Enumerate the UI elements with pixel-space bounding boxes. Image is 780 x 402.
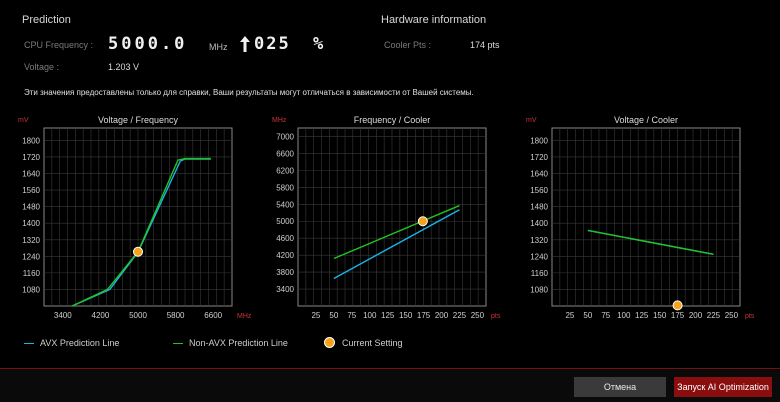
y-tick-label: 1160	[23, 269, 41, 278]
x-tick-label: 3400	[54, 311, 72, 320]
x-tick-label: 175	[417, 311, 431, 320]
x-tick-label: 175	[671, 311, 685, 320]
legend-current-label: Current Setting	[342, 338, 403, 348]
x-tick-label: 200	[435, 311, 449, 320]
y-tick-label: 1480	[22, 203, 40, 212]
voltage-frequency-chart: Voltage / Frequency mV MHz 1080 1160 1240 1320…	[18, 115, 252, 320]
y-tick-label: 1800	[22, 136, 40, 145]
x-tick-label: 150	[399, 311, 413, 320]
y-tick-label: 5000	[276, 217, 294, 226]
cpu-frequency-label: CPU Frequency :	[24, 40, 94, 50]
cooler-pts-label: Cooler Pts :	[384, 40, 432, 50]
y-tick-label: 1240	[530, 252, 548, 261]
x-tick-label: 50	[329, 311, 338, 320]
hardware-title: Hardware information	[381, 14, 487, 26]
y-tick-label: 1800	[530, 136, 548, 145]
prediction-title: Prediction	[22, 14, 71, 26]
x-tick-label: 4200	[92, 311, 110, 320]
y-tick-label: 5400	[276, 200, 294, 209]
y-tick-label: 1640	[530, 170, 548, 179]
x-tick-label: 250	[471, 311, 485, 320]
cancel-button[interactable]: Отмена	[574, 377, 666, 397]
y-tick-label: 3800	[276, 268, 294, 277]
start-ai-optimization-button[interactable]: Запуск AI Optimization	[674, 377, 772, 397]
legend-non-avx-label: Non-AVX Prediction Line	[189, 338, 288, 348]
y-tick-label: 1400	[530, 219, 548, 228]
x-tick-label: 6600	[204, 311, 222, 320]
voltage-label: Voltage :	[24, 62, 60, 72]
chart-title: Voltage / Cooler	[614, 115, 678, 125]
x-axis-unit: pts	[491, 313, 501, 320]
x-tick-label: 250	[725, 311, 739, 320]
y-axis-unit: mV	[18, 117, 29, 124]
y-tick-label: 4200	[276, 251, 294, 260]
current-setting-point	[133, 246, 143, 257]
x-tick-label: 125	[635, 311, 649, 320]
y-tick-label: 5800	[276, 183, 294, 192]
legend-current-dot-icon	[324, 337, 335, 348]
y-tick-label: 7000	[276, 132, 294, 141]
y-tick-label: 1720	[530, 153, 548, 162]
x-tick-label: 200	[689, 311, 703, 320]
x-tick-label: 100	[617, 311, 631, 320]
y-tick-label: 1560	[22, 186, 40, 195]
legend-avx-label: AVX Prediction Line	[40, 338, 120, 348]
legend-non-avx-swatch	[173, 343, 183, 344]
y-tick-label: 1080	[22, 285, 40, 294]
cpu-frequency-unit: MHz	[209, 42, 228, 52]
current-setting-point	[672, 300, 683, 311]
percent-value: 025	[254, 34, 291, 54]
y-tick-label: 1160	[531, 269, 549, 278]
footer-divider	[0, 368, 780, 369]
x-tick-label: 150	[653, 311, 667, 320]
chart-title: Voltage / Frequency	[98, 115, 179, 125]
voltage-cooler-chart: Voltage / Cooler mV pts 1080 1160 1240 1320 140…	[526, 115, 755, 320]
x-tick-label: 5000	[129, 311, 147, 320]
percent-unit: %	[313, 34, 326, 54]
x-tick-label: 225	[707, 311, 721, 320]
y-tick-label: 1320	[530, 236, 548, 245]
frequency-cooler-chart: Frequency / Cooler MHz pts 3400 3800 4200 4600…	[272, 115, 501, 320]
y-tick-label: 1720	[22, 153, 40, 162]
y-tick-label: 3400	[276, 285, 294, 294]
y-tick-label: 1640	[22, 170, 40, 179]
x-axis-unit: pts	[745, 313, 755, 320]
y-tick-label: 1560	[530, 186, 548, 195]
y-tick-label: 1480	[530, 203, 548, 212]
footer-bar: Отмена Запуск AI Optimization	[0, 370, 780, 402]
x-tick-label: 50	[583, 311, 592, 320]
x-tick-label: 100	[363, 311, 377, 320]
x-tick-label: 25	[311, 311, 320, 320]
y-axis-unit: MHz	[272, 117, 287, 124]
y-tick-label: 1400	[22, 219, 40, 228]
x-tick-label: 5800	[167, 311, 185, 320]
y-tick-label: 6200	[276, 166, 294, 175]
cooler-pts-value: 174 pts	[470, 40, 500, 50]
arrow-up-icon	[239, 35, 251, 53]
y-tick-label: 1320	[22, 236, 40, 245]
x-tick-label: 75	[601, 311, 610, 320]
legend-avx-swatch	[24, 343, 34, 344]
x-tick-label: 75	[347, 311, 356, 320]
y-axis-unit: mV	[526, 117, 537, 124]
x-axis-unit: MHz	[237, 313, 252, 320]
y-tick-label: 1240	[22, 252, 40, 261]
y-tick-label: 4600	[276, 234, 294, 243]
voltage-value: 1.203 V	[108, 62, 140, 72]
x-tick-label: 125	[381, 311, 395, 320]
current-setting-point	[417, 216, 428, 227]
y-tick-label: 6600	[276, 149, 294, 158]
x-tick-label: 25	[565, 311, 574, 320]
chart-title: Frequency / Cooler	[354, 115, 431, 125]
cpu-frequency-value: 5000.0	[108, 34, 188, 54]
y-tick-label: 1080	[530, 285, 548, 294]
disclaimer-note: Эти значения предоставлены только для сп…	[24, 88, 474, 97]
x-tick-label: 225	[453, 311, 467, 320]
